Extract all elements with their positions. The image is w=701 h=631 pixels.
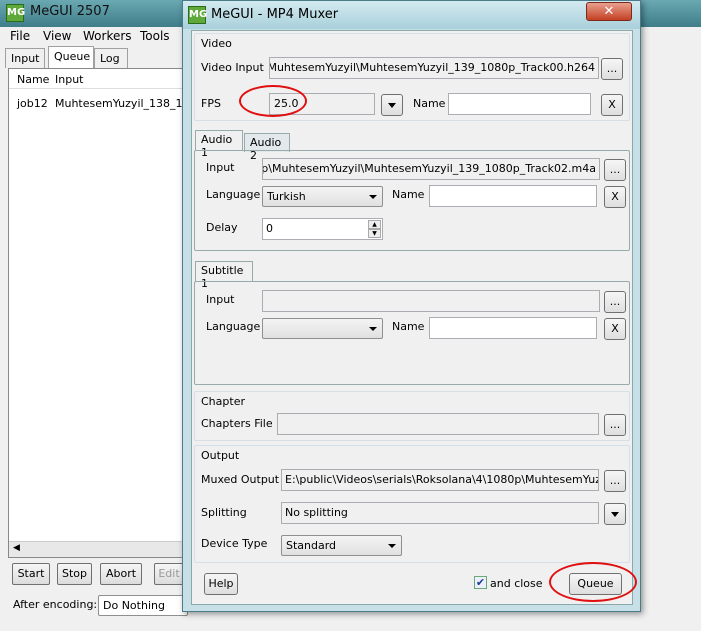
queue-list[interactable]: Name Input job12 MuhtesemYuzyil_138_1080… bbox=[8, 68, 204, 558]
output-group-label: Output bbox=[201, 449, 240, 462]
subtitle-clear-button[interactable]: X bbox=[604, 318, 626, 340]
table-row[interactable]: job12 MuhtesemYuzyil_138_1080 bbox=[9, 95, 204, 113]
close-icon: ✕ bbox=[603, 4, 615, 19]
menu-workers[interactable]: Workers bbox=[83, 29, 132, 43]
subtitle-language-select[interactable] bbox=[262, 318, 383, 339]
help-button[interactable]: Help bbox=[204, 573, 238, 595]
fps-dropdown-button[interactable] bbox=[381, 94, 403, 116]
spin-up-icon[interactable]: ▲ bbox=[368, 220, 381, 229]
subtitle-input-field[interactable] bbox=[262, 290, 600, 312]
delay-label: Delay bbox=[206, 221, 238, 234]
after-encoding-label: After encoding: bbox=[13, 598, 98, 611]
column-name[interactable]: Name bbox=[17, 73, 49, 86]
chevron-down-icon bbox=[388, 544, 396, 548]
muxed-output-label: Muxed Output bbox=[201, 473, 280, 486]
subtitle-browse-button[interactable]: ... bbox=[604, 291, 626, 313]
tab-log[interactable]: Log bbox=[94, 48, 128, 68]
stop-button[interactable]: Stop bbox=[57, 563, 92, 585]
video-name-field[interactable] bbox=[448, 93, 591, 115]
subtitle-name-field[interactable] bbox=[429, 317, 597, 339]
video-input-label: Video Input bbox=[201, 61, 264, 74]
audio-language-select[interactable]: Turkish bbox=[262, 186, 383, 207]
subtitle-panel: Input ... Language Name X bbox=[194, 281, 630, 385]
device-type-label: Device Type bbox=[201, 537, 268, 550]
audio-language-label: Language bbox=[206, 188, 261, 201]
audio-browse-button[interactable]: ... bbox=[604, 159, 626, 181]
dialog-body: Video Video Input E:\public\Videos\seria… bbox=[191, 30, 633, 605]
audio-name-field[interactable] bbox=[429, 185, 597, 207]
splitting-dropdown-button[interactable] bbox=[604, 503, 626, 525]
after-encoding-value: Do Nothing bbox=[103, 599, 165, 612]
audio-name-label: Name bbox=[392, 188, 425, 201]
video-name-label: Name bbox=[413, 97, 446, 110]
chapters-file-field[interactable] bbox=[277, 413, 599, 435]
audio-clear-button[interactable]: X bbox=[604, 186, 626, 208]
device-type-select[interactable]: Standard bbox=[281, 535, 402, 556]
subtitle-input-label: Input bbox=[206, 293, 235, 306]
splitting-field[interactable]: No splitting bbox=[281, 502, 599, 524]
chapters-browse-button[interactable]: ... bbox=[604, 414, 626, 436]
checkmark-icon: ✔ bbox=[475, 576, 486, 589]
after-encoding-select[interactable]: Do Nothing bbox=[98, 595, 188, 616]
annotation-queue-circle bbox=[549, 562, 637, 602]
video-clear-button[interactable]: X bbox=[601, 94, 623, 116]
chapters-file-label: Chapters File bbox=[201, 417, 273, 430]
tab-subtitle-1[interactable]: Subtitle 1 bbox=[195, 261, 253, 290]
video-group-label: Video bbox=[201, 37, 232, 50]
menu-tools[interactable]: Tools bbox=[140, 29, 170, 43]
abort-button[interactable]: Abort bbox=[100, 563, 142, 585]
start-button[interactable]: Start bbox=[12, 563, 50, 585]
chevron-down-icon bbox=[369, 195, 377, 199]
audio-input-field[interactable]: E:\public\Videos\serials\Roksolana\4\108… bbox=[262, 158, 600, 180]
delay-field[interactable]: 0 ▲ ▼ bbox=[262, 218, 383, 240]
video-browse-button[interactable]: ... bbox=[601, 58, 623, 80]
muxed-output-field[interactable]: E:\public\Videos\serials\Roksolana\4\108… bbox=[281, 469, 599, 491]
subtitle-name-label: Name bbox=[392, 320, 425, 333]
chapter-group: Chapter Chapters File ... bbox=[194, 391, 630, 441]
muxed-output-browse-button[interactable]: ... bbox=[604, 470, 626, 492]
dialog-title-bar: MG MeGUI - MP4 Muxer ✕ bbox=[183, 1, 640, 29]
main-window-title: MeGUI 2507 bbox=[30, 4, 110, 19]
tab-audio-1[interactable]: Audio 1 bbox=[195, 130, 243, 159]
menu-file[interactable]: File bbox=[10, 29, 30, 43]
column-input[interactable]: Input bbox=[55, 73, 83, 86]
tab-queue[interactable]: Queue bbox=[48, 46, 94, 68]
fps-label: FPS bbox=[201, 97, 221, 110]
scroll-left-icon[interactable]: ◀ bbox=[13, 543, 20, 553]
chevron-down-icon bbox=[369, 327, 377, 331]
audio-panel: Input E:\public\Videos\serials\Roksolana… bbox=[194, 150, 630, 251]
edit-button[interactable]: Edit bbox=[154, 563, 184, 585]
chevron-down-icon bbox=[388, 103, 396, 108]
and-close-label: and close bbox=[490, 577, 543, 590]
spin-down-icon[interactable]: ▼ bbox=[368, 229, 381, 238]
and-close-checkbox[interactable]: ✔ bbox=[474, 576, 487, 589]
menu-view[interactable]: View bbox=[43, 29, 71, 43]
video-input-field[interactable]: E:\public\Videos\serials\Roksolana\4\108… bbox=[269, 57, 599, 79]
close-button[interactable]: ✕ bbox=[586, 2, 632, 21]
chevron-down-icon bbox=[611, 512, 619, 517]
output-group: Output Muxed Output E:\public\Videos\ser… bbox=[194, 445, 630, 563]
subtitle-language-label: Language bbox=[206, 320, 261, 333]
chapter-group-label: Chapter bbox=[201, 395, 245, 408]
queue-list-header: Name Input bbox=[9, 69, 189, 89]
dialog-title: MeGUI - MP4 Muxer bbox=[211, 7, 339, 22]
row-name: job12 bbox=[17, 97, 48, 110]
annotation-fps-circle bbox=[239, 85, 307, 117]
audio-input-label: Input bbox=[206, 161, 235, 174]
tab-input[interactable]: Input bbox=[5, 48, 45, 68]
splitting-label: Splitting bbox=[201, 506, 247, 519]
megui-app-icon: MG bbox=[188, 6, 207, 24]
megui-app-icon: MG bbox=[6, 4, 25, 22]
horizontal-scrollbar[interactable]: ◀ bbox=[9, 541, 187, 557]
